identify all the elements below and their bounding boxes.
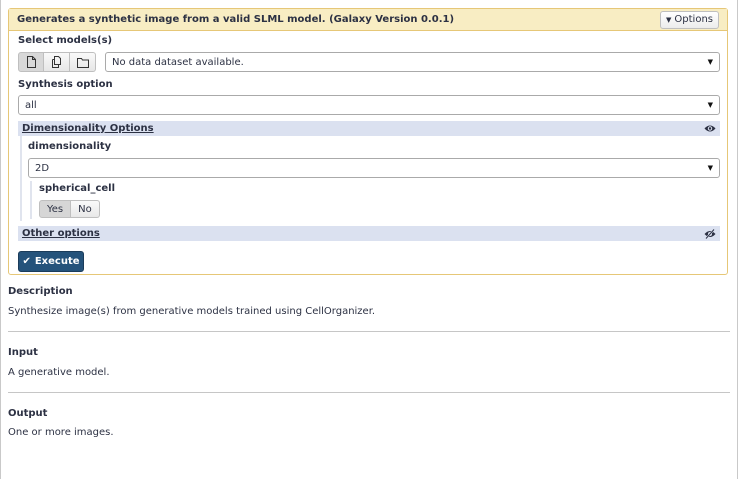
- divider: [8, 331, 730, 332]
- caret-down-icon: ▼: [666, 15, 672, 24]
- tool-title: Generates a synthetic image from a valid…: [17, 14, 455, 25]
- spherical-cell-toggle: Yes No: [39, 200, 100, 218]
- dimensionality-label: dimensionality: [28, 141, 112, 152]
- other-options-section-title: Other options: [22, 228, 100, 239]
- input-text: A generative model.: [8, 367, 110, 378]
- divider: [8, 392, 730, 393]
- tool-header: Generates a synthetic image from a valid…: [9, 9, 727, 31]
- synthesis-select[interactable]: all ▼: [18, 95, 720, 115]
- spherical-yes-button[interactable]: Yes: [39, 200, 72, 218]
- description-text: Synthesize image(s) from generative mode…: [8, 306, 376, 317]
- dimensionality-section-header[interactable]: Dimensionality Options: [18, 121, 720, 136]
- chevron-down-icon: ▼: [707, 164, 713, 172]
- folder-icon: [76, 57, 89, 68]
- input-heading: Input: [8, 347, 38, 358]
- options-button[interactable]: ▼ Options: [660, 10, 719, 29]
- models-select[interactable]: No data dataset available. ▼: [105, 52, 720, 72]
- check-icon: ✔: [22, 256, 31, 267]
- spherical-cell-label: spherical_cell: [39, 183, 116, 194]
- spherical-no-button[interactable]: No: [71, 200, 100, 218]
- models-label: Select models(s): [18, 35, 113, 46]
- synthesis-label: Synthesis option: [18, 79, 113, 90]
- dataset-type-buttons: [18, 52, 96, 72]
- left-frame-border: [0, 0, 1, 479]
- eye-slash-icon[interactable]: [704, 228, 716, 239]
- files-icon: [51, 56, 61, 68]
- other-options-section-header[interactable]: Other options: [18, 226, 720, 241]
- subsection-indent-line: [30, 181, 32, 219]
- models-select-value: No data dataset available.: [112, 56, 244, 68]
- file-icon: [26, 56, 36, 68]
- output-text: One or more images.: [8, 427, 114, 438]
- description-heading: Description: [8, 286, 73, 297]
- tool-form-panel: Generates a synthetic image from a valid…: [8, 8, 728, 275]
- dimensionality-select-value: 2D: [35, 162, 50, 174]
- dimensionality-select[interactable]: 2D ▼: [28, 158, 720, 178]
- execute-button[interactable]: ✔ Execute: [18, 251, 84, 272]
- multiple-datasets-button[interactable]: [44, 52, 70, 72]
- chevron-down-icon: ▼: [707, 58, 713, 66]
- single-dataset-button[interactable]: [18, 52, 44, 72]
- eye-icon[interactable]: [704, 124, 716, 133]
- execute-label: Execute: [34, 256, 80, 267]
- right-frame-border: [737, 0, 738, 479]
- dimensionality-section-title: Dimensionality Options: [22, 123, 154, 134]
- section-indent-line: [20, 136, 22, 221]
- options-label: Options: [674, 14, 713, 25]
- dataset-collection-button[interactable]: [70, 52, 96, 72]
- synthesis-select-value: all: [25, 99, 37, 111]
- chevron-down-icon: ▼: [707, 101, 713, 109]
- output-heading: Output: [8, 408, 48, 419]
